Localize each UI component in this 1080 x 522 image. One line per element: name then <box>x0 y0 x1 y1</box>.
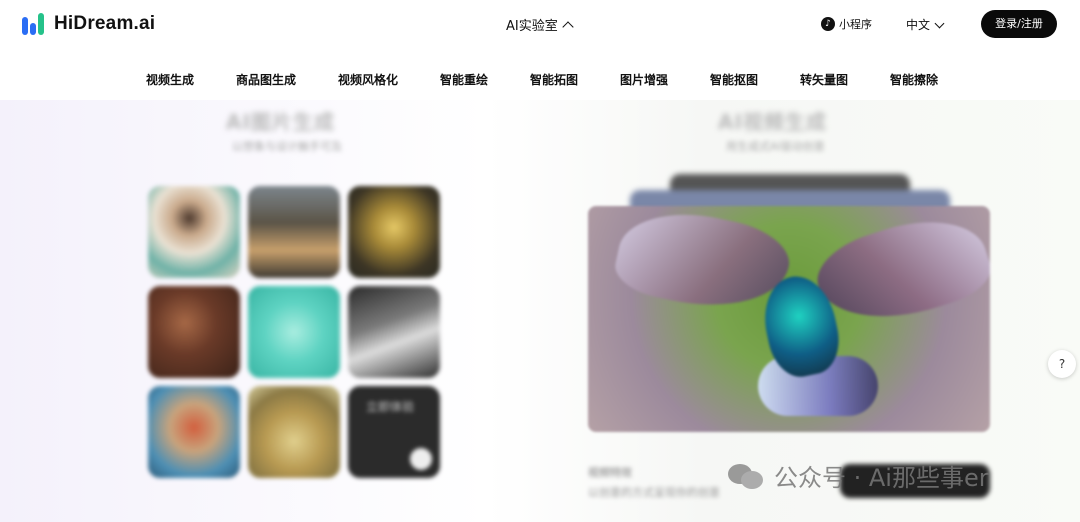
wechat-icon <box>728 462 764 490</box>
nav-item-smart-erase[interactable]: 智能擦除 <box>890 71 938 88</box>
right-section-subtitle: 用生成式AI驱动创意 <box>726 140 825 153</box>
nav-item-smart-cutout[interactable]: 智能抠图 <box>710 71 758 88</box>
left-section-heading: AI图片生成 <box>226 110 335 134</box>
logo[interactable]: HiDream.ai <box>22 12 155 36</box>
try-now-tile[interactable]: 立即体验 <box>348 386 440 478</box>
mini-program-link[interactable]: ♪ 小程序 <box>821 16 872 32</box>
nav-item-smart-redraw[interactable]: 智能重绘 <box>440 71 488 88</box>
grid-tile[interactable] <box>248 186 340 278</box>
grid-tile[interactable] <box>248 286 340 378</box>
grid-tile[interactable] <box>248 386 340 478</box>
top-header: HiDream.ai AI实验室 ♪ 小程序 中文 登录/注册 <box>0 0 1080 48</box>
right-section-heading: AI视频生成 <box>718 110 827 134</box>
logo-mark-icon <box>22 13 48 35</box>
grid-tile[interactable] <box>148 386 240 478</box>
content-area: AI图片生成 以想象与设计触手可及 立即体验 AI视频生成 用生成式AI驱动创意… <box>0 100 1080 522</box>
grid-tile[interactable] <box>348 186 440 278</box>
arrow-icon <box>410 448 432 470</box>
feature-nav: 视频生成 商品图生成 视频风格化 智能重绘 智能拓图 图片增强 智能抠图 转矢量… <box>0 64 1080 94</box>
grid-tile[interactable] <box>348 286 440 378</box>
tiktok-icon: ♪ <box>821 17 835 31</box>
wechat-watermark: 公众号 · Ai那些事er <box>728 458 989 493</box>
login-button[interactable]: 登录/注册 <box>981 10 1057 38</box>
language-label: 中文 <box>906 18 931 32</box>
mini-program-label: 小程序 <box>839 18 872 31</box>
nav-item-video-style[interactable]: 视频风格化 <box>338 71 398 88</box>
watermark-text: 公众号 · Ai那些事er <box>774 464 989 492</box>
hummingbird-image[interactable] <box>588 206 990 432</box>
grid-tile[interactable] <box>148 186 240 278</box>
chevron-up-icon <box>562 20 574 33</box>
grid-tile[interactable] <box>148 286 240 378</box>
nav-item-product-image[interactable]: 商品图生成 <box>236 71 296 88</box>
ai-lab-menu[interactable]: AI实验室 <box>506 15 574 34</box>
video-caption-subtitle: 以创意的方式呈现你的创意 <box>588 486 720 499</box>
nav-item-video-generation[interactable]: 视频生成 <box>146 71 194 88</box>
left-section-subtitle: 以想象与设计触手可及 <box>232 140 342 153</box>
image-grid: 立即体验 <box>148 186 442 480</box>
nav-item-smart-extend[interactable]: 智能拓图 <box>530 71 578 88</box>
try-now-label: 立即体验 <box>366 400 415 414</box>
nav-item-vectorize[interactable]: 转矢量图 <box>800 71 848 88</box>
chevron-down-icon <box>934 18 945 28</box>
nav-item-image-enhance[interactable]: 图片增强 <box>620 71 668 88</box>
language-selector[interactable]: 中文 <box>906 16 945 33</box>
video-caption-title: 视频特效 <box>588 466 632 479</box>
ai-lab-label: AI实验室 <box>506 19 558 34</box>
logo-text: HiDream.ai <box>54 13 156 34</box>
help-float-button[interactable]: ? <box>1048 350 1076 378</box>
